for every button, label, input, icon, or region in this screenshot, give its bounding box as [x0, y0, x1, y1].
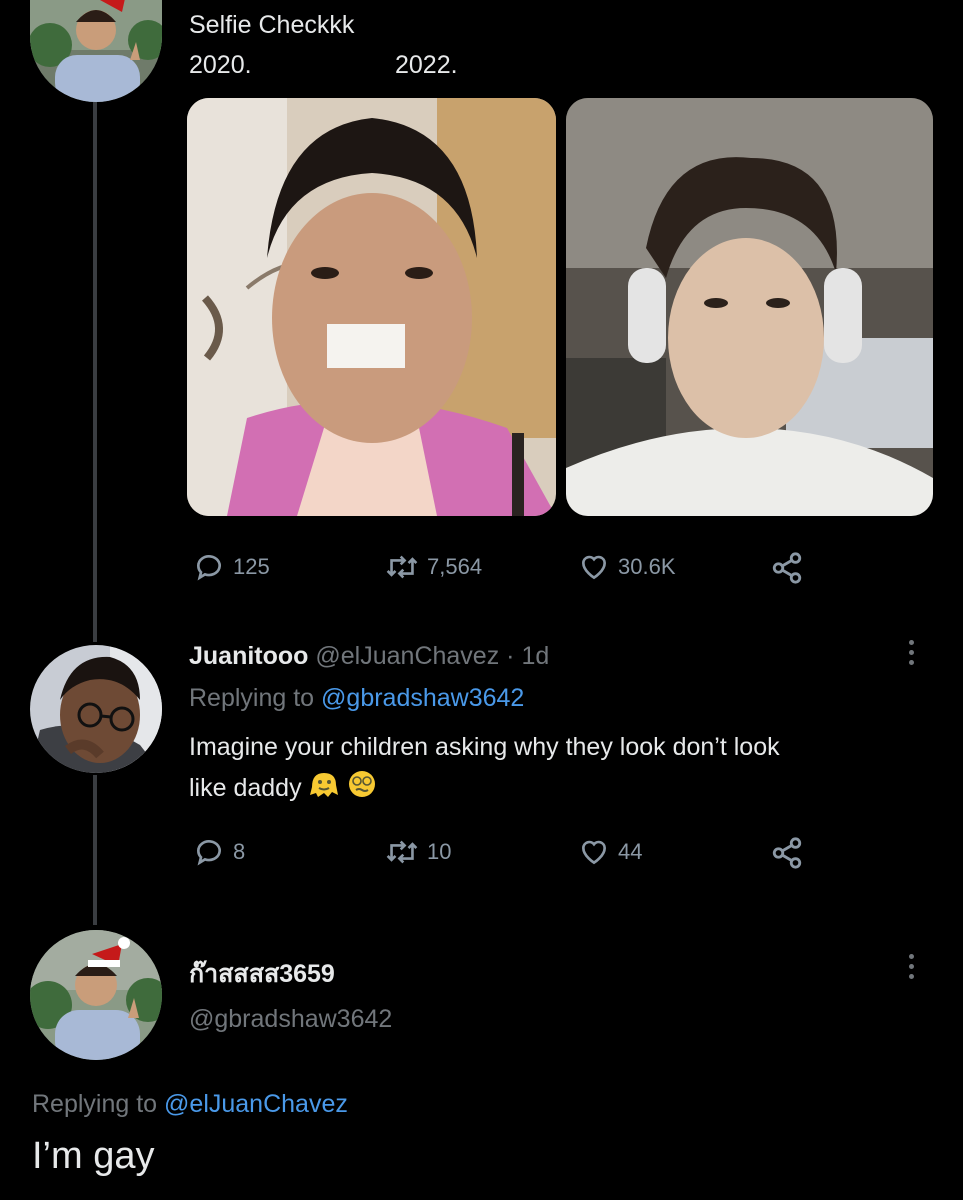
tweet-year-right: 2022.: [395, 51, 458, 79]
reply1-header: Juanitooo @elJuanChavez · 1d: [189, 640, 549, 672]
replying-to-handle-link[interactable]: @gbradshaw3642: [321, 684, 524, 712]
reply2-handle[interactable]: @gbradshaw3642: [189, 1003, 392, 1035]
heart-icon: [578, 836, 610, 868]
dizzy-face-emoji-icon: [346, 769, 378, 807]
like-button[interactable]: 30.6K: [578, 551, 676, 583]
reply2-avatar[interactable]: [30, 930, 162, 1060]
reply-count: 125: [233, 554, 270, 579]
share-nodes-icon: [770, 551, 804, 585]
tweet-year-left: 2020.: [189, 51, 252, 79]
retweet-count: 7,564: [427, 554, 483, 579]
reply2-avatar-image: [30, 930, 162, 1060]
reply-button[interactable]: 125: [193, 551, 270, 583]
reply1-retweet-button[interactable]: 10: [385, 836, 451, 868]
reply1-retweet-count: 10: [427, 839, 452, 864]
like-count: 30.6K: [618, 554, 676, 579]
heart-icon: [578, 551, 610, 583]
reply2-replying-to: Replying to @elJuanChavez: [32, 1088, 348, 1120]
speech-bubble-icon: [193, 836, 225, 868]
melting-face-emoji-icon: [308, 769, 340, 807]
reply1-handle[interactable]: @elJuanChavez: [315, 642, 499, 670]
author-avatar[interactable]: [30, 0, 162, 102]
reply1-reply-count: 8: [233, 839, 246, 864]
photo-2022[interactable]: [566, 98, 933, 516]
share-button[interactable]: [770, 551, 804, 585]
reply1-like-button[interactable]: 44: [578, 836, 642, 868]
reply1-time: · 1d: [506, 642, 550, 670]
author-avatar-image: [30, 0, 162, 102]
reply1-avatar-image: [30, 645, 162, 773]
reply1-display-name[interactable]: Juanitooo: [189, 642, 308, 670]
retweet-arrows-icon: [385, 836, 419, 868]
replying-to-label: Replying to: [189, 684, 315, 712]
selfie-2022-image: [566, 98, 933, 516]
reply1-text-line2-wrap: like daddy: [189, 769, 378, 807]
retweet-button[interactable]: 7,564: [385, 551, 482, 583]
retweet-arrows-icon: [385, 551, 419, 583]
vertical-dots-icon: [909, 954, 914, 959]
thread-line: [93, 102, 97, 642]
speech-bubble-icon: [193, 551, 225, 583]
reply2-replying-to-handle-link[interactable]: @elJuanChavez: [164, 1090, 348, 1118]
selfie-2020-image: [187, 98, 556, 516]
reply2-text: I’m gay: [32, 1135, 155, 1177]
share-nodes-icon: [770, 836, 804, 870]
reply1-more-button[interactable]: [909, 640, 914, 665]
tweet-text: Selfie Checkkk: [189, 11, 355, 39]
reply1-text-line1: Imagine your children asking why they lo…: [189, 733, 780, 761]
thread-line-2: [93, 775, 97, 925]
reply1-text-line2: like daddy: [189, 774, 302, 802]
vertical-dots-icon: [909, 640, 914, 645]
reply2-more-button[interactable]: [909, 954, 914, 979]
photo-2020[interactable]: [187, 98, 556, 516]
reply1-reply-button[interactable]: 8: [193, 836, 245, 868]
reply1-like-count: 44: [618, 839, 643, 864]
reply1-avatar[interactable]: [30, 645, 162, 773]
reply2-replying-to-label: Replying to: [32, 1090, 158, 1118]
reply2-display-name[interactable]: ก๊าสสสส3659: [189, 958, 335, 990]
reply1-replying-to: Replying to @gbradshaw3642: [189, 682, 524, 714]
reply1-share-button[interactable]: [770, 836, 804, 870]
